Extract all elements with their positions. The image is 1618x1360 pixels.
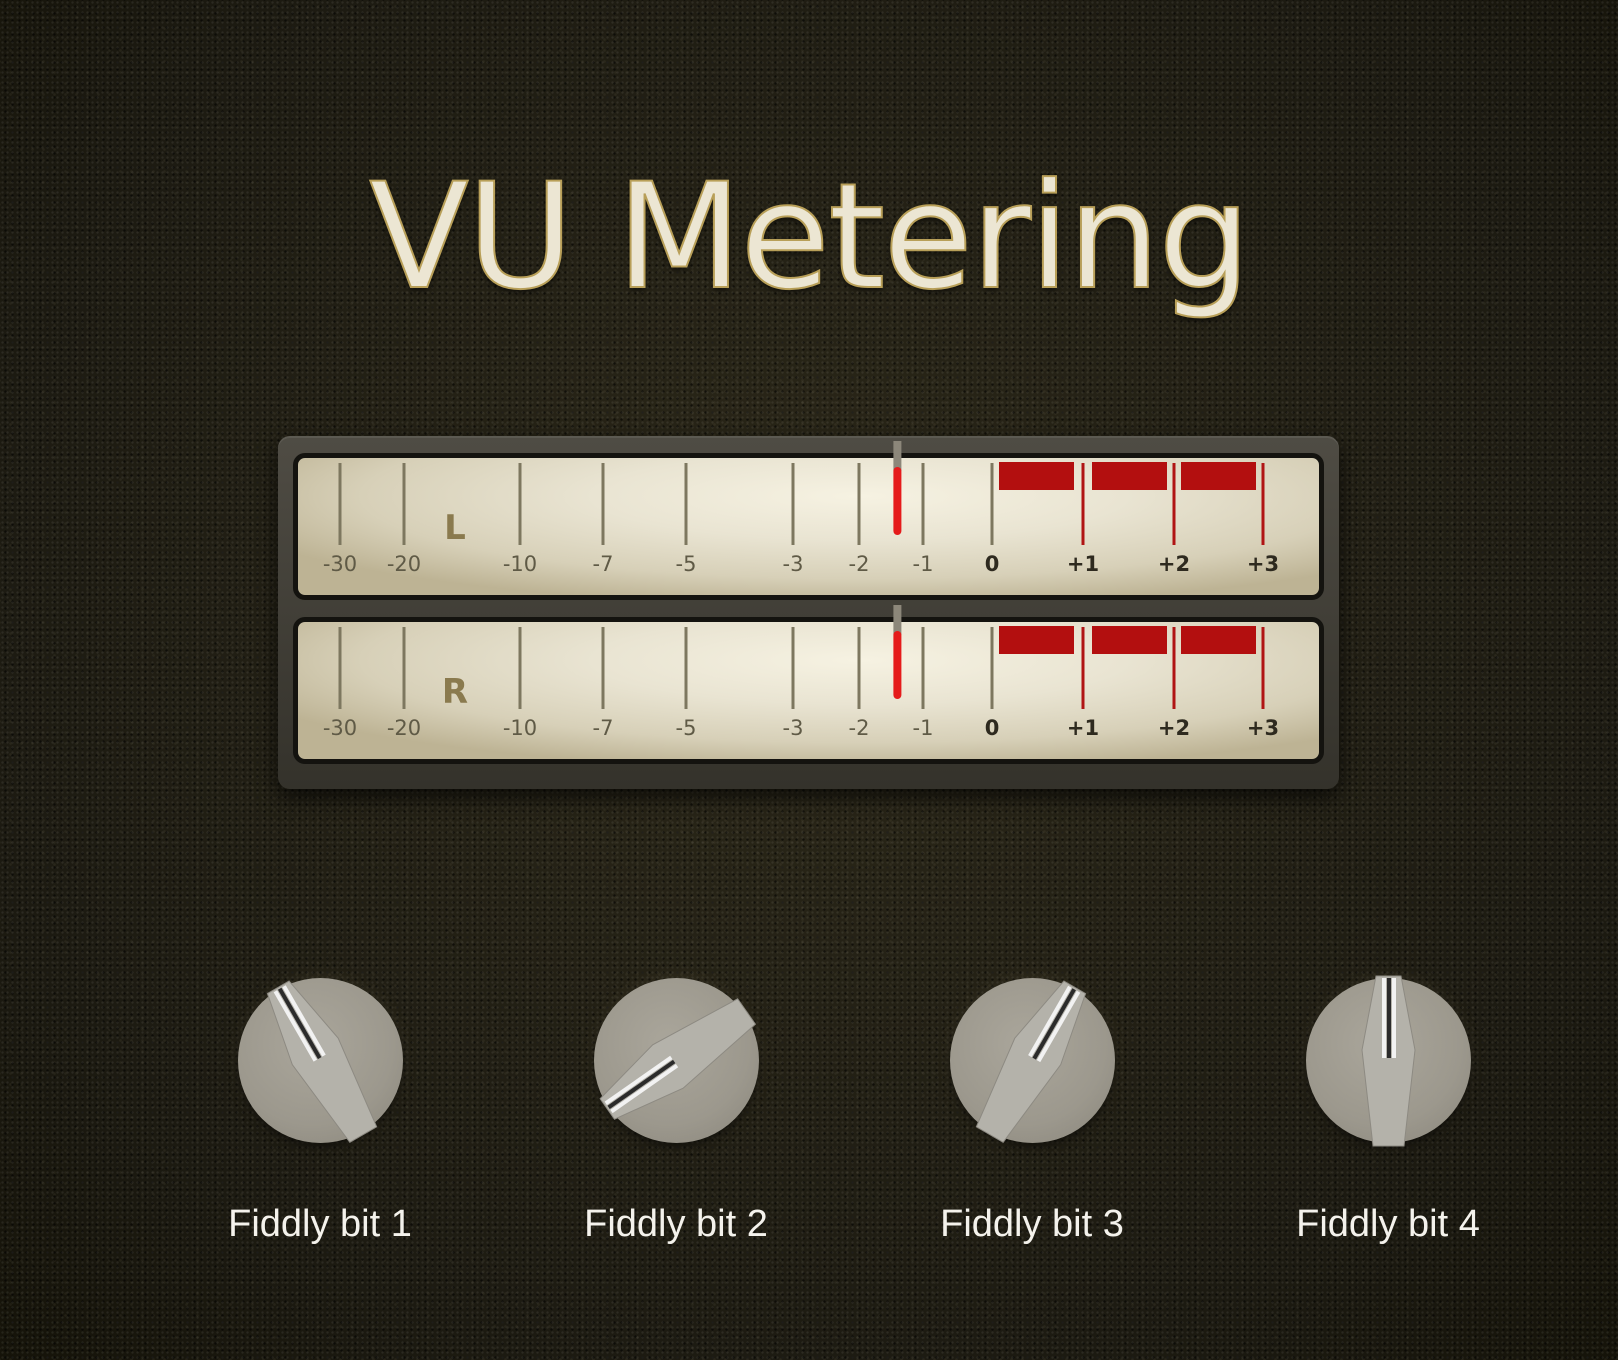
vu-meter-right: -30 -20 -10 -7 -5 -3 -2 -1 0 +1 +2 +3 R [293,605,1324,764]
scale-tick-label: +2 [1158,552,1190,576]
knob-fiddly-bit-3[interactable] [950,978,1115,1143]
scale-tick-label: -30 [323,552,357,576]
knob-pointer-body [266,980,378,1143]
scale-tick-label: -10 [503,716,537,740]
level-needle [893,631,902,699]
page-title: VU Metering [368,151,1252,323]
scale-tick-label: -30 [323,716,357,740]
channel-label: L [444,508,466,548]
needle-base [893,605,902,635]
scale-tick-label: -2 [849,716,870,740]
scale-tick-label: -7 [593,552,614,576]
scale-tick-label: -20 [387,716,421,740]
knob-group-3: Fiddly bit 3 [902,978,1162,1268]
scale-tick-label: 0 [985,552,1000,576]
knob-label: Fiddly bit 2 [584,1203,768,1245]
scale-tick-label: -1 [913,552,934,576]
vu-meter-left: -30 -20 -10 -7 -5 -3 -2 -1 0 +1 +2 +3 L [293,441,1324,600]
scale-tick-label: +3 [1247,552,1279,576]
red-zone-segment [1092,626,1167,654]
red-zone-segment [1181,626,1256,654]
knob-fiddly-bit-2[interactable] [594,978,759,1143]
knob-group-1: Fiddly bit 1 [190,978,450,1268]
knob-label: Fiddly bit 4 [1296,1203,1480,1245]
red-zone-segment [999,626,1074,654]
scale-tick-label: +1 [1067,552,1099,576]
scale-tick-label: -5 [676,552,697,576]
scale-tick-label: -7 [593,716,614,740]
knob-label: Fiddly bit 1 [228,1203,412,1245]
scale-tick-label: -3 [783,716,804,740]
knob-fiddly-bit-1[interactable] [238,978,403,1143]
scale-tick-label: +3 [1247,716,1279,740]
scale-tick-label: 0 [985,716,1000,740]
knob-group-2: Fiddly bit 2 [546,978,806,1268]
knob-label: Fiddly bit 3 [940,1203,1124,1245]
scale-tick-label: +1 [1067,716,1099,740]
knob-fiddly-bit-4[interactable] [1306,975,1471,1147]
level-needle [893,467,902,535]
knob-pointer-body [975,980,1087,1143]
knob-pointer [266,980,378,1143]
red-zone-segment [999,462,1074,490]
red-zone-segment [1181,462,1256,490]
vu-meter-housing: -30 -20 -10 -7 -5 -3 -2 -1 0 +1 +2 +3 L -30 -20 -10 -7-… [278,436,1339,789]
vu-meter-right-face: -30 -20 -10 -7 -5 -3 -2 -1 0 +1 +2 +3R [323,605,1279,740]
knob-pointer [1361,975,1416,1147]
scale-tick-label: -5 [676,716,697,740]
red-zone-segment [1092,462,1167,490]
vu-meter-left-face: -30 -20 -10 -7 -5 -3 -2 -1 0 +1 +2 +3L [323,441,1279,576]
channel-label: R [442,672,468,712]
scale-tick-label: -1 [913,716,934,740]
knob-pointer [599,998,757,1120]
scale-tick-label: -3 [783,552,804,576]
scale-tick-label: -2 [849,552,870,576]
knob-group-4: Fiddly bit 4 [1258,975,1518,1268]
scale-tick-label: -10 [503,552,537,576]
scale-tick-label: -20 [387,552,421,576]
scale-tick-label: +2 [1158,716,1190,740]
needle-base [893,441,902,471]
knob-pointer [975,980,1087,1143]
